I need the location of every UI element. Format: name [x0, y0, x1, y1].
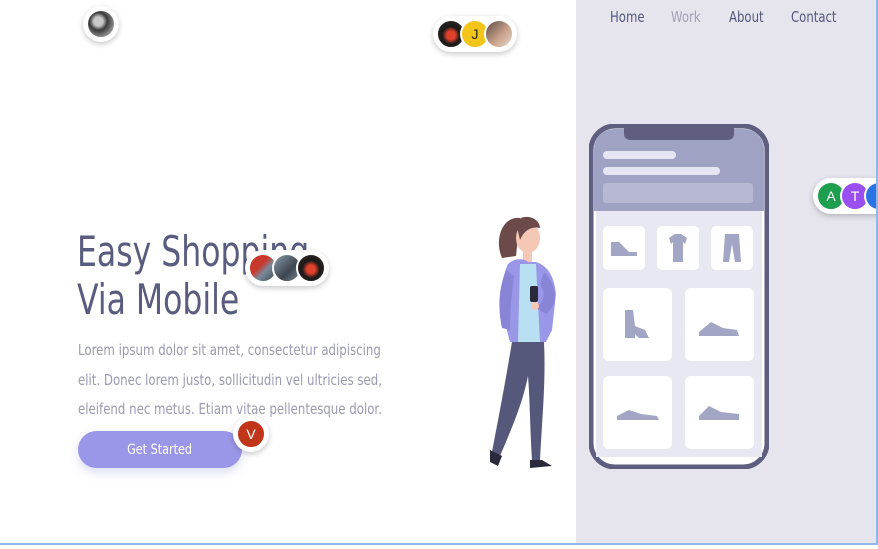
headline-line-2: Via Mobile: [77, 275, 240, 324]
avatar[interactable]: [484, 19, 514, 49]
nav-home[interactable]: Home: [610, 8, 645, 26]
get-started-label: Get Started: [127, 441, 193, 458]
nav-contact[interactable]: Contact: [791, 8, 837, 26]
nav-work[interactable]: Work: [671, 8, 701, 26]
page: Home Work About Contact Easy Shopping Vi…: [0, 0, 878, 545]
get-started-button[interactable]: Get Started: [78, 431, 242, 468]
avatar-initial[interactable]: V: [236, 419, 266, 449]
phone-illustration: [589, 124, 769, 469]
hero-description: Lorem ipsum dolor sit amet, consectetur …: [78, 341, 382, 418]
nav-about[interactable]: About: [729, 8, 764, 26]
avatar[interactable]: [296, 253, 326, 283]
presence-group-button: V: [233, 416, 269, 452]
avatar[interactable]: [86, 9, 116, 39]
woman-illustration: [490, 216, 556, 468]
presence-group-right: A T: [813, 178, 876, 214]
presence-group-top-left: [83, 6, 119, 42]
presence-group-headline: [245, 250, 329, 286]
presence-group-top-center: J: [433, 16, 517, 52]
